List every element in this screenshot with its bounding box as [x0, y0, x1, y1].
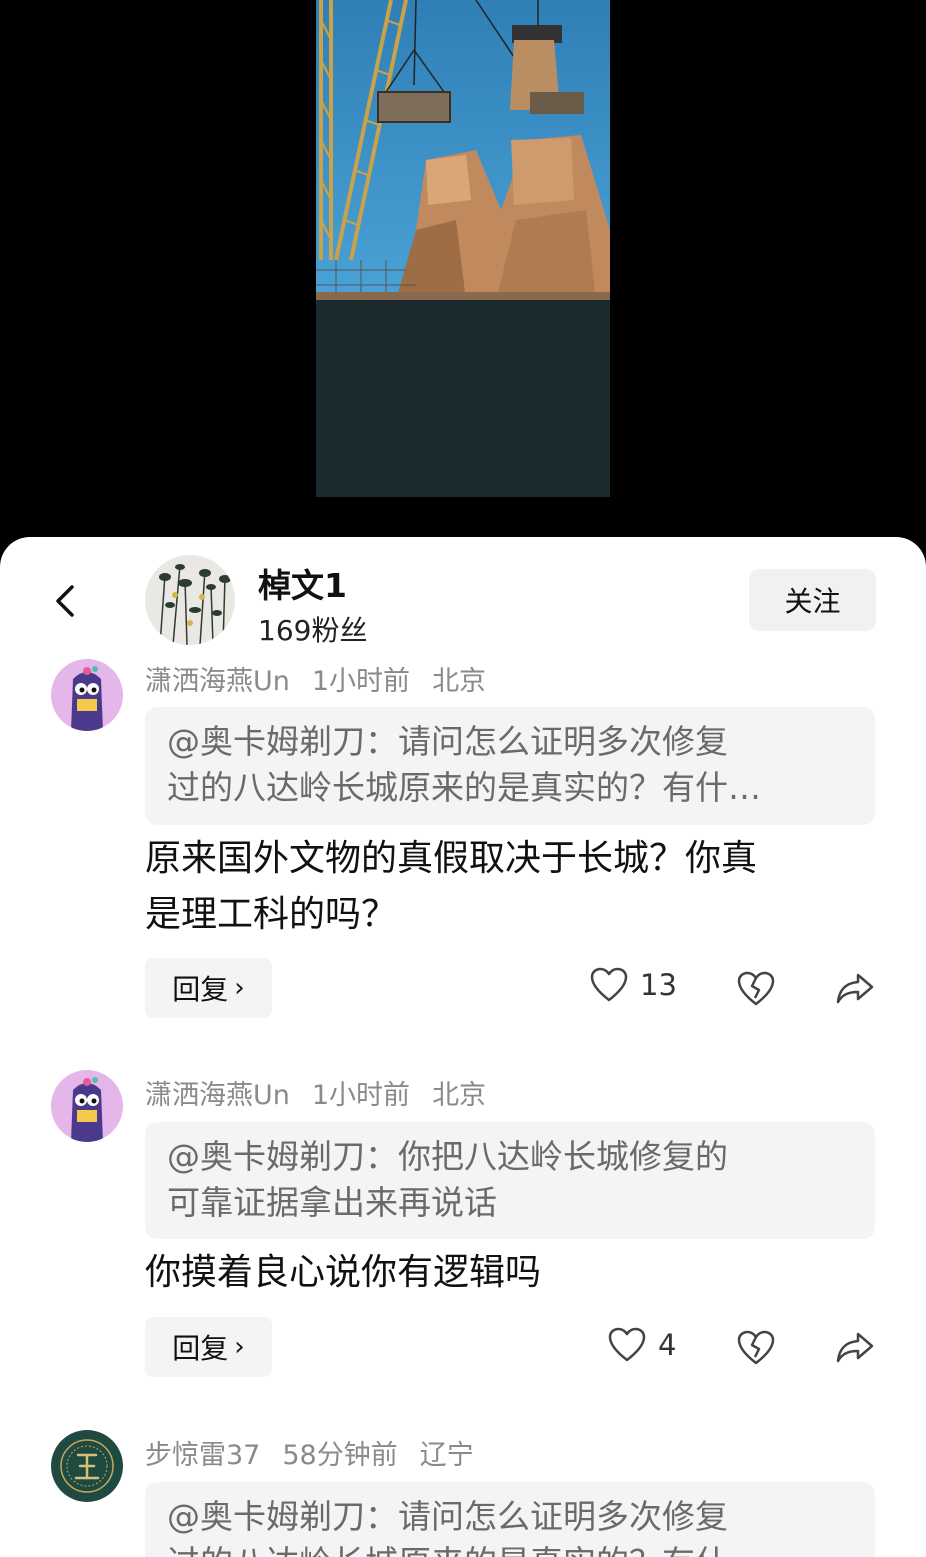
media-viewer [0, 0, 926, 545]
comment-location: 辽宁 [419, 1440, 474, 1471]
quote-line: @奥卡姆剃刀：请问怎么证明多次修复 [167, 722, 728, 761]
comment-sheet: 棹文1 169粉丝 关注 潇洒海燕Un 1小时前 北京 @奥卡姆剃刀：请问怎么证明多… [0, 537, 926, 1557]
share-icon[interactable] [834, 967, 876, 1009]
comment-meta: 步惊雷37 58分钟前 辽宁 [145, 1433, 496, 1472]
comment-meta: 潇洒海燕Un 1小时前 北京 [145, 1073, 508, 1112]
chevron-right-icon: › [234, 973, 245, 1003]
post-photo[interactable] [316, 0, 610, 300]
quote-line: 过的八达岭长城原来的是真实的？有什… [167, 768, 761, 807]
comment-meta: 潇洒海燕Un 1小时前 北京 [145, 659, 508, 698]
comment-time: 58分钟前 [282, 1440, 398, 1471]
quote-line: @奥卡姆剃刀：你把八达岭长城修复的 [167, 1137, 728, 1176]
reply-button[interactable]: 回复 › [145, 958, 272, 1018]
comment-text: 你摸着良心说你有逻辑吗 [145, 1245, 875, 1301]
broken-heart-icon[interactable] [735, 1326, 777, 1368]
heart-icon [608, 1327, 646, 1362]
heart-icon [590, 967, 628, 1002]
quote-line: 可靠证据拿出来再说话 [167, 1183, 497, 1222]
comment-text: 原来国外文物的真假取决于长城？你真 是理工科的吗？ [145, 831, 875, 943]
comment-text-line: 原来国外文物的真假取决于长城？你真 [145, 838, 758, 879]
comment-time: 1小时前 [311, 666, 411, 697]
quote-line: @奥卡姆剃刀：请问怎么证明多次修复 [167, 1497, 728, 1536]
commenter-avatar[interactable] [51, 659, 123, 731]
comment-location: 北京 [432, 1080, 487, 1111]
broken-heart-icon[interactable] [735, 967, 777, 1009]
author-fans-count: 169粉丝 [258, 614, 368, 647]
reply-label: 回复 [172, 1332, 229, 1365]
quoted-comment[interactable]: @奥卡姆剃刀：你把八达岭长城修复的 可靠证据拿出来再说话 [145, 1122, 875, 1239]
like-button[interactable]: 13 [590, 967, 677, 1003]
commenter-name[interactable]: 潇洒海燕Un [145, 1080, 290, 1111]
commenter-avatar[interactable] [51, 1430, 123, 1502]
comment-text-line: 你摸着良心说你有逻辑吗 [145, 1252, 542, 1293]
like-count: 4 [658, 1328, 677, 1362]
comment-location: 北京 [432, 666, 487, 697]
author-name[interactable]: 棹文1 [258, 559, 347, 607]
commenter-name[interactable]: 步惊雷37 [145, 1440, 260, 1471]
author-avatar[interactable] [145, 555, 235, 645]
commenter-avatar[interactable] [51, 1070, 123, 1142]
back-icon[interactable] [46, 581, 86, 621]
follow-button[interactable]: 关注 [749, 569, 876, 631]
quoted-comment[interactable]: @奥卡姆剃刀：请问怎么证明多次修复 过的八达岭长城原来的是真实的？有什… [145, 707, 875, 825]
reply-label: 回复 [172, 973, 229, 1006]
reply-button[interactable]: 回复 › [145, 1317, 272, 1377]
comment-text-line: 是理工科的吗？ [145, 894, 398, 935]
quoted-comment[interactable]: @奥卡姆剃刀：请问怎么证明多次修复 过的八达岭长城原来的是真实的？有什 [145, 1482, 875, 1557]
share-icon[interactable] [834, 1326, 876, 1368]
like-button[interactable]: 4 [608, 1327, 676, 1363]
chevron-right-icon: › [234, 1332, 245, 1362]
comment-time: 1小时前 [311, 1080, 411, 1111]
commenter-name[interactable]: 潇洒海燕Un [145, 666, 290, 697]
quote-line: 过的八达岭长城原来的是真实的？有什 [167, 1540, 853, 1557]
photo-bottom-fill [316, 300, 610, 497]
like-count: 13 [640, 968, 677, 1002]
